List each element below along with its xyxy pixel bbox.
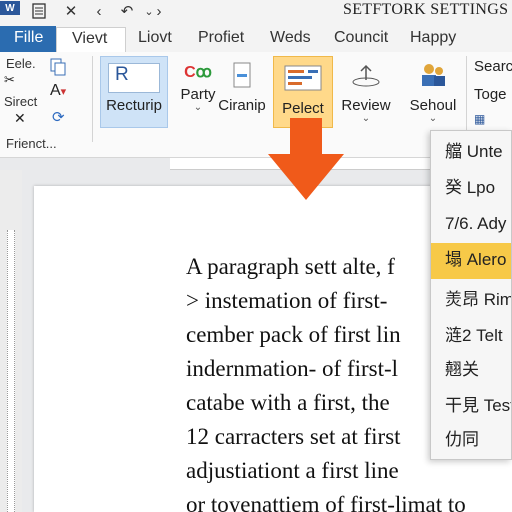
- cross-icon[interactable]: ✕: [14, 110, 26, 127]
- pelect-label: Pelect: [282, 100, 324, 117]
- document-line: indernmation- of first-l: [186, 356, 399, 381]
- chevron-down-icon[interactable]: ⌄: [429, 114, 437, 124]
- dropdown-item[interactable]: 翹关: [431, 353, 511, 387]
- scissors-icon[interactable]: ✂: [4, 72, 15, 88]
- page-icon: [233, 62, 251, 93]
- party-button[interactable]: Cꝏ Party ⌄: [176, 56, 220, 128]
- ribbon-tab-bar: Fille Vievt Liovt Profiet Weds Councit H…: [0, 24, 512, 54]
- forward-icon[interactable]: ›: [148, 0, 170, 22]
- tab-councit[interactable]: Councit: [334, 27, 388, 51]
- dropdown-item-selected[interactable]: 塌 Alero: [431, 243, 511, 279]
- sehoul-button[interactable]: Sehoul ⌄: [404, 56, 462, 128]
- down-arrow-icon: [268, 118, 344, 200]
- document-icon[interactable]: [28, 0, 50, 22]
- review-button[interactable]: Review ⌄: [338, 56, 394, 128]
- ribbon-divider: [92, 56, 93, 142]
- search-label[interactable]: Searc: [474, 58, 512, 75]
- title-bar: W ✕ ‹ ↶ ⌄ › SETFTORK SETTINGS: [0, 0, 512, 24]
- grid-icon[interactable]: ▦: [474, 112, 485, 126]
- refresh-icon[interactable]: ⟳: [52, 108, 65, 126]
- ciranip-label: Ciranip: [218, 97, 266, 114]
- ciranip-button[interactable]: Ciranip: [216, 56, 268, 128]
- dropdown-item[interactable]: 癸 Lpo: [431, 171, 511, 205]
- recturip-button[interactable]: R Recturip: [100, 56, 168, 128]
- review-label: Review: [341, 97, 391, 114]
- copy-icon[interactable]: [50, 58, 66, 80]
- document-line: adjustiationt a first line: [186, 458, 399, 483]
- document-line: or toyenattiem of first-limat to: [186, 492, 466, 512]
- document-line: A paragraph sett alte, f: [186, 254, 395, 279]
- ribbon-small-label-1[interactable]: Eele.: [6, 56, 36, 71]
- app-logo-icon: W: [0, 1, 20, 15]
- ribbon-small-label-2[interactable]: Sirect: [4, 94, 37, 109]
- document-line: catabe with a first, the: [186, 390, 390, 415]
- font-color-icon[interactable]: A▾: [50, 82, 66, 100]
- recturip-label: Recturip: [106, 97, 162, 114]
- party-icon: Cꝏ: [184, 64, 212, 81]
- dropdown-item[interactable]: 涟2 Telt: [431, 319, 511, 353]
- upload-icon: [351, 62, 381, 93]
- party-label: Party: [180, 86, 216, 103]
- people-icon: [418, 62, 448, 93]
- dropdown-item[interactable]: 7/6. Ady: [431, 207, 511, 241]
- window-title: SETFTORK SETTINGS: [343, 1, 509, 18]
- font-label: A: [50, 82, 61, 99]
- document-line: cember pack of first lin: [186, 322, 401, 347]
- layout-icon: [284, 65, 322, 96]
- back-icon[interactable]: ‹: [88, 0, 110, 22]
- chevron-down-icon[interactable]: ⌄: [194, 103, 202, 113]
- chevron-down-icon[interactable]: ⌄: [362, 114, 370, 124]
- toggle-label[interactable]: Toge: [474, 86, 507, 103]
- dropdown-item[interactable]: 干見 Test: [431, 389, 511, 423]
- style-dropdown-menu: 艡 Unte 癸 Lpo 7/6. Ady 塌 Alero 羙昂 Rim 涟2 …: [430, 130, 512, 460]
- tab-happy[interactable]: Happy: [410, 27, 456, 51]
- sehoul-label: Sehoul: [409, 97, 457, 114]
- ribbon-group-label: Frienct...: [6, 136, 57, 151]
- vertical-ruler[interactable]: [0, 170, 22, 512]
- undo-icon[interactable]: ↶: [116, 0, 138, 22]
- document-line: > instemation of first-: [186, 288, 388, 313]
- tab-weds[interactable]: Weds: [270, 27, 311, 51]
- dropdown-item[interactable]: 羙昂 Rim: [431, 283, 511, 317]
- recturip-icon: R: [108, 63, 160, 93]
- tab-profiet[interactable]: Profiet: [198, 27, 244, 51]
- tab-view[interactable]: Vievt: [56, 27, 126, 54]
- dropdown-item[interactable]: 仂同: [431, 423, 511, 457]
- close-icon[interactable]: ✕: [60, 0, 82, 22]
- tab-liovt[interactable]: Liovt: [138, 27, 172, 51]
- tab-file[interactable]: Fille: [0, 26, 56, 52]
- document-line: 12 carracters set at first: [186, 424, 401, 449]
- dropdown-item[interactable]: 艡 Unte: [431, 135, 511, 169]
